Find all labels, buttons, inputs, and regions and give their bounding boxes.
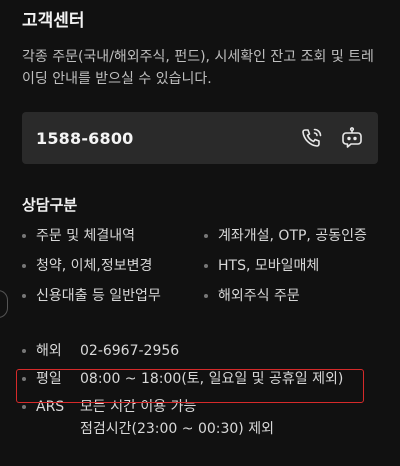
page-title: 고객센터 xyxy=(22,11,85,31)
hours-label: 해외 xyxy=(36,343,62,359)
bullet-icon xyxy=(204,264,208,268)
hours-label: ARS xyxy=(36,399,65,415)
customer-center-page: 고객센터 각종 주문(국내/해외주식, 펀드), 시세확인 잔고 조회 및 트레… xyxy=(0,0,400,466)
hours-row-overseas: 해외 02-6967-2956 xyxy=(22,340,382,362)
phone-card: 1588-6800 xyxy=(22,112,378,164)
contact-hours: 해외 02-6967-2956 평일 08:00 ~ 18:00(토, 일요일 … xyxy=(22,340,382,446)
side-drawer-handle[interactable] xyxy=(0,290,8,318)
ars-hours-line2: 점검시간(23:00 ~ 00:30) 제외 xyxy=(80,421,274,437)
list-item: 계좌개설, OTP, 공동인증 xyxy=(204,226,382,246)
consult-category-list: 주문 및 체결내역 계좌개설, OTP, 공동인증 청약, 이체,정보변경 HT… xyxy=(22,226,382,306)
bullet-icon xyxy=(204,234,208,238)
bullet-icon xyxy=(204,294,208,298)
list-item: 청약, 이체,정보변경 xyxy=(22,256,204,276)
hours-label: 평일 xyxy=(36,371,62,387)
bullet-icon xyxy=(22,294,26,298)
chatbot-icon[interactable] xyxy=(340,126,364,150)
ars-hours: 모든 시간 이용 가능 점검시간(23:00 ~ 00:30) 제외 xyxy=(80,396,382,440)
bullet-icon xyxy=(22,264,26,268)
list-item: HTS, 모바일매체 xyxy=(204,256,382,276)
phone-number[interactable]: 1588-6800 xyxy=(36,129,284,148)
bullet-icon xyxy=(22,377,26,381)
list-item: 신용대출 등 일반업무 xyxy=(22,286,204,306)
hours-row-weekday: 평일 08:00 ~ 18:00(토, 일요일 및 공휴일 제외) xyxy=(22,368,382,390)
service-description: 각종 주문(국내/해외주식, 펀드), 시세확인 잔고 조회 및 트레이딩 안내… xyxy=(22,49,374,87)
bullet-icon xyxy=(22,234,26,238)
bullet-icon xyxy=(22,405,26,409)
bullet-icon xyxy=(22,349,26,353)
hours-row-ars: ARS 모든 시간 이용 가능 점검시간(23:00 ~ 00:30) 제외 xyxy=(22,396,382,440)
list-item: 주문 및 체결내역 xyxy=(22,226,204,246)
phone-call-icon[interactable] xyxy=(300,126,324,150)
ars-hours-line1: 모든 시간 이용 가능 xyxy=(80,399,197,415)
weekday-hours: 08:00 ~ 18:00(토, 일요일 및 공휴일 제외) xyxy=(80,371,344,387)
consult-section-title: 상담구분 xyxy=(22,196,78,214)
overseas-phone-number[interactable]: 02-6967-2956 xyxy=(80,340,382,362)
list-item: 해외주식 주문 xyxy=(204,286,382,306)
